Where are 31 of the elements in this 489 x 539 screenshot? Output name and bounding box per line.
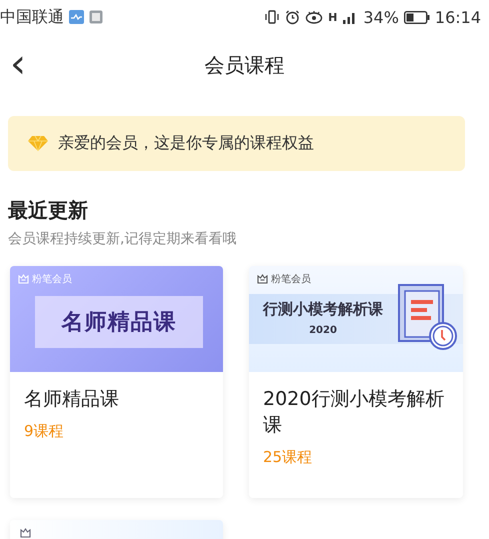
course-count: 25课程 (263, 448, 314, 467)
course-name: 名师精品课 (24, 387, 120, 412)
network-type: H (328, 10, 338, 24)
back-button[interactable]: ‹ (4, 44, 32, 84)
section-subtitle: 会员课程持续更新,记得定期来看看哦 (8, 230, 238, 248)
section-title: 最近更新 (8, 197, 89, 224)
document-clock-drawing (397, 284, 459, 352)
health-app-icon (69, 10, 84, 24)
notice-text: 亲爱的会员，这是你专属的课程权益 (58, 133, 314, 154)
battery-icon (404, 10, 430, 24)
course-card[interactable]: 粉笔会员 名师精品课 名师精品课 9课程 (10, 266, 223, 498)
course-count: 9课程 (24, 422, 65, 441)
brand-label: 粉笔会员 (271, 273, 311, 286)
course-name: 2020行测小模考解析课 (263, 387, 446, 438)
carrier-name: 中国联通 (0, 6, 64, 28)
clock-time: 16:14 (434, 8, 481, 26)
banner-title: 行测小模考解析课 (263, 300, 383, 319)
vibrate-icon (264, 10, 280, 24)
eye-icon (305, 10, 324, 24)
page-title: 会员课程 (204, 52, 284, 78)
crown-icon (18, 274, 29, 284)
crown-icon (257, 274, 268, 284)
course-card[interactable]: 粉笔会员 行测小模考解析课 2020 2020行测小模考解析课 25课程 (249, 266, 463, 498)
alarm-icon (285, 10, 300, 24)
banner-year: 2020 (309, 325, 337, 336)
brand-label: 粉笔会员 (32, 273, 72, 286)
battery-percent: 34% (363, 8, 399, 26)
banner-title: 名师精品课 (62, 309, 176, 337)
image-icon (89, 10, 103, 24)
crown-icon (20, 528, 31, 538)
diamond-icon (28, 135, 48, 152)
